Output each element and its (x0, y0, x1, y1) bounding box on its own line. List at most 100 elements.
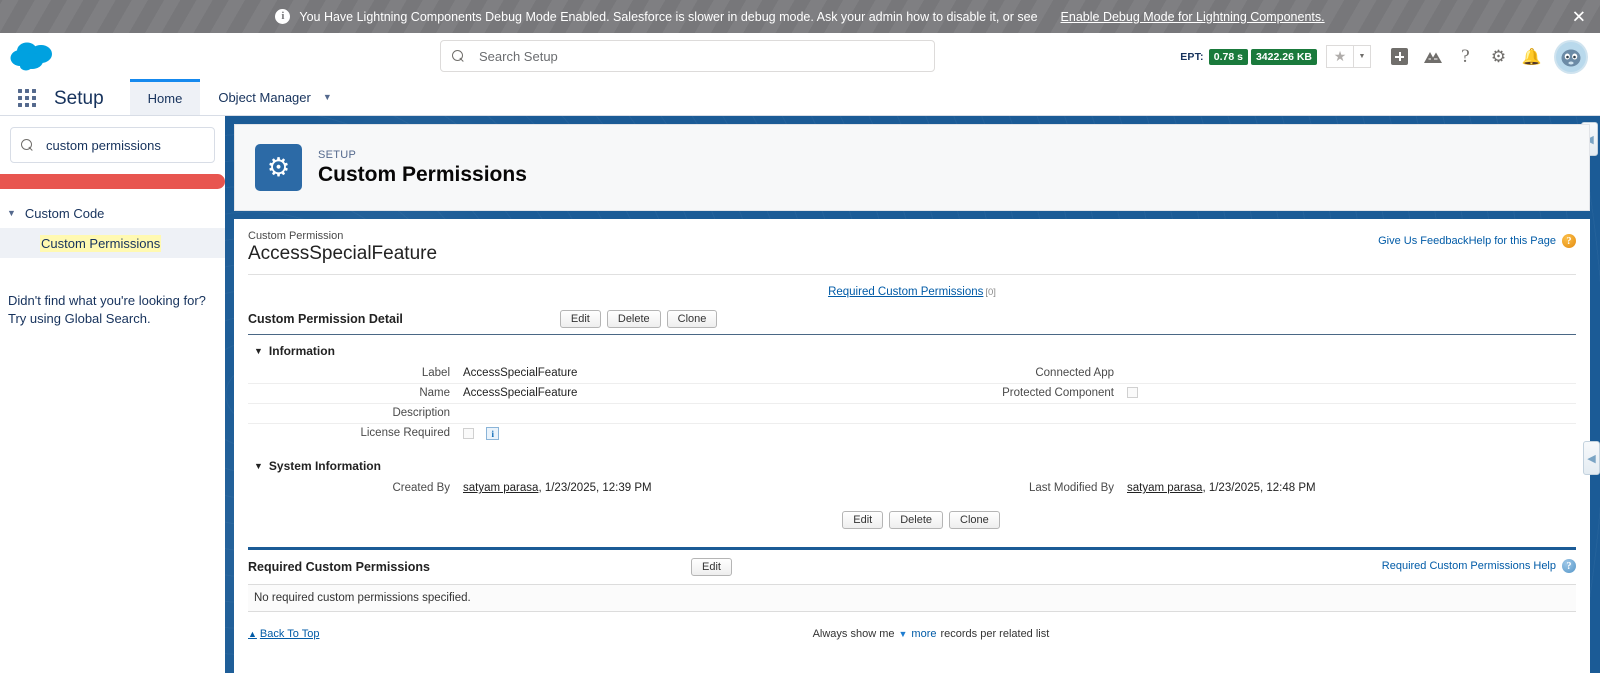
record-header: Custom Permission AccessSpecialFeature G… (248, 230, 1576, 265)
bell-icon[interactable]: 🔔 (1515, 33, 1548, 80)
edit-button-bottom[interactable]: Edit (842, 511, 884, 529)
search-input[interactable] (465, 48, 934, 64)
quick-find-input[interactable] (34, 137, 222, 153)
ept-label: EPT: (1180, 50, 1204, 63)
tab-home[interactable]: Home (129, 79, 201, 115)
trailhead-mountain-icon[interactable] (1416, 33, 1449, 80)
global-search[interactable] (440, 40, 935, 72)
info-icon[interactable]: i (486, 427, 500, 440)
edit-button[interactable]: Edit (559, 310, 601, 328)
sidebar-group-custom-code[interactable]: ▼ Custom Code (0, 198, 225, 228)
salesforce-cloud-logo[interactable] (10, 39, 56, 78)
field-row: License Required i (248, 424, 1576, 444)
tab-home-label: Home (147, 91, 183, 106)
field-value: i (463, 427, 500, 441)
page-title: Custom Permissions (318, 162, 527, 186)
protected-component-checkbox (1127, 387, 1138, 399)
give-us-feedback-link[interactable]: Give Us Feedback (1378, 235, 1468, 247)
license-required-checkbox (463, 428, 474, 439)
sidebar-item-custom-permissions[interactable]: Custom Permissions (0, 228, 225, 258)
setup-tab-bar: Setup Home Object Manager ▼ (0, 79, 1600, 116)
clone-button[interactable]: Clone (666, 310, 718, 328)
related-list-buttons: Edit (691, 558, 732, 576)
tab-object-manager[interactable]: Object Manager ▼ (200, 79, 349, 115)
custom-permission-detail: Custom Permission Detail Edit Delete Clo… (248, 310, 1576, 529)
system-information-fields: Created By satyam parasa, 1/23/2025, 12:… (248, 479, 1576, 499)
star-icon[interactable]: ★ (1326, 45, 1353, 68)
related-list-help: Required Custom Permissions Help ? (1382, 559, 1576, 573)
field-label: Label (421, 367, 450, 379)
section-title: System Information (268, 459, 381, 473)
field-label: Protected Component (1002, 387, 1114, 399)
collapse-panel-handle-detail[interactable]: ◀ (1583, 441, 1600, 475)
info-icon: i (275, 9, 291, 24)
section-header-information[interactable]: ▼ Information (248, 335, 1576, 364)
sidebar-hint: Didn't find what you're looking for? Try… (0, 258, 225, 328)
delete-button-bottom[interactable]: Delete (889, 511, 943, 529)
anchor-count: [0] (985, 287, 996, 298)
chevron-down-icon[interactable]: ▼ (1353, 45, 1371, 68)
related-list-title: Required Custom Permissions (248, 560, 430, 574)
plus-square-icon[interactable] (1383, 33, 1416, 80)
field-value: satyam parasa, 1/23/2025, 12:39 PM (463, 482, 652, 496)
field-label: Name (419, 387, 450, 399)
page-help-links: Give Us Feedback Help for this Page ? (1378, 234, 1576, 248)
created-by-user-link[interactable]: satyam parasa (463, 482, 538, 494)
clone-button-bottom[interactable]: Clone (949, 511, 1000, 529)
show-more-link[interactable]: more (911, 628, 936, 640)
always-show-suffix: records per related list (940, 628, 1050, 640)
setup-sidebar: ▼ Custom Code Custom Permissions Didn't … (0, 116, 225, 673)
help-question-icon[interactable]: ? (1562, 234, 1576, 248)
related-list-required-custom-permissions: Required Custom Permissions Edit Require… (248, 547, 1576, 612)
field-label: Description (392, 407, 450, 419)
created-by-timestamp: , 1/23/2025, 12:39 PM (538, 482, 652, 494)
caret-up-icon: ▲ (248, 629, 257, 639)
caret-down-icon: ▼ (254, 461, 263, 471)
field-value: AccessSpecialFeature (463, 387, 578, 399)
field-value: AccessSpecialFeature (463, 367, 578, 379)
last-modified-by-timestamp: , 1/23/2025, 12:48 PM (1202, 482, 1316, 494)
ept-size-badge: 3422.26 KB (1250, 48, 1317, 65)
related-list-help-link[interactable]: Required Custom Permissions Help (1382, 560, 1556, 572)
global-header: EPT: 0.78 s 3422.26 KB ★ ▼ ? ⚙ 🔔 (0, 33, 1600, 80)
quick-find-box[interactable] (10, 127, 222, 163)
question-mark-icon[interactable]: ? (1449, 33, 1482, 80)
enable-debug-mode-link[interactable]: Enable Debug Mode for Lightning Componen… (1061, 10, 1325, 24)
favorites-control[interactable]: ★ ▼ (1326, 45, 1371, 68)
last-modified-by-user-link[interactable]: satyam parasa (1127, 482, 1202, 494)
field-label: Connected App (1035, 367, 1114, 379)
caret-down-icon: ▼ (254, 346, 263, 356)
app-launcher-icon[interactable] (18, 89, 38, 107)
delete-button[interactable]: Delete (606, 310, 661, 328)
search-icon (21, 138, 34, 152)
gear-icon[interactable]: ⚙ (1482, 33, 1515, 80)
related-edit-button[interactable]: Edit (691, 558, 732, 576)
avatar[interactable] (1554, 39, 1588, 74)
sidebar-group-label: Custom Code (24, 205, 105, 221)
sidebar-hint-line2: Try using Global Search. (8, 310, 151, 326)
field-row: Name AccessSpecialFeature Protected Comp… (248, 384, 1576, 404)
related-list-anchors: Required Custom Permissions [0] (248, 286, 1576, 298)
help-for-this-page-link[interactable]: Help for this Page (1469, 235, 1556, 247)
back-to-top-link[interactable]: ▲ Back To Top (248, 628, 319, 640)
help-question-icon[interactable]: ? (1562, 559, 1576, 573)
record-footer: ▲ Back To Top Always show me ▼ more reco… (248, 628, 1576, 640)
field-row: Label AccessSpecialFeature Connected App (248, 364, 1576, 384)
back-to-top-label: Back To Top (259, 628, 320, 640)
close-icon[interactable]: ✕ (1572, 8, 1586, 25)
section-title: Information (268, 344, 335, 358)
record-name: AccessSpecialFeature (248, 243, 438, 264)
sidebar-progress-bar (0, 174, 225, 189)
tab-object-manager-label: Object Manager (218, 89, 311, 105)
setup-title: Setup (54, 88, 104, 109)
page-header-eyebrow: SETUP (318, 148, 357, 161)
sidebar-hint-line1: Didn't find what you're looking for? (8, 293, 206, 308)
header-divider (248, 274, 1576, 275)
section-header-system-information[interactable]: ▼ System Information (248, 450, 1576, 479)
content-column: ◀ ⚙ SETUP Custom Permissions Custom Perm… (225, 116, 1600, 673)
anchor-required-custom-permissions[interactable]: Required Custom Permissions (828, 286, 983, 298)
related-list-header: Required Custom Permissions Edit Require… (248, 550, 1576, 576)
field-label: License Required (360, 427, 450, 439)
related-list-empty-message: No required custom permissions specified… (248, 584, 1576, 612)
caret-down-icon: ▼ (898, 629, 908, 639)
